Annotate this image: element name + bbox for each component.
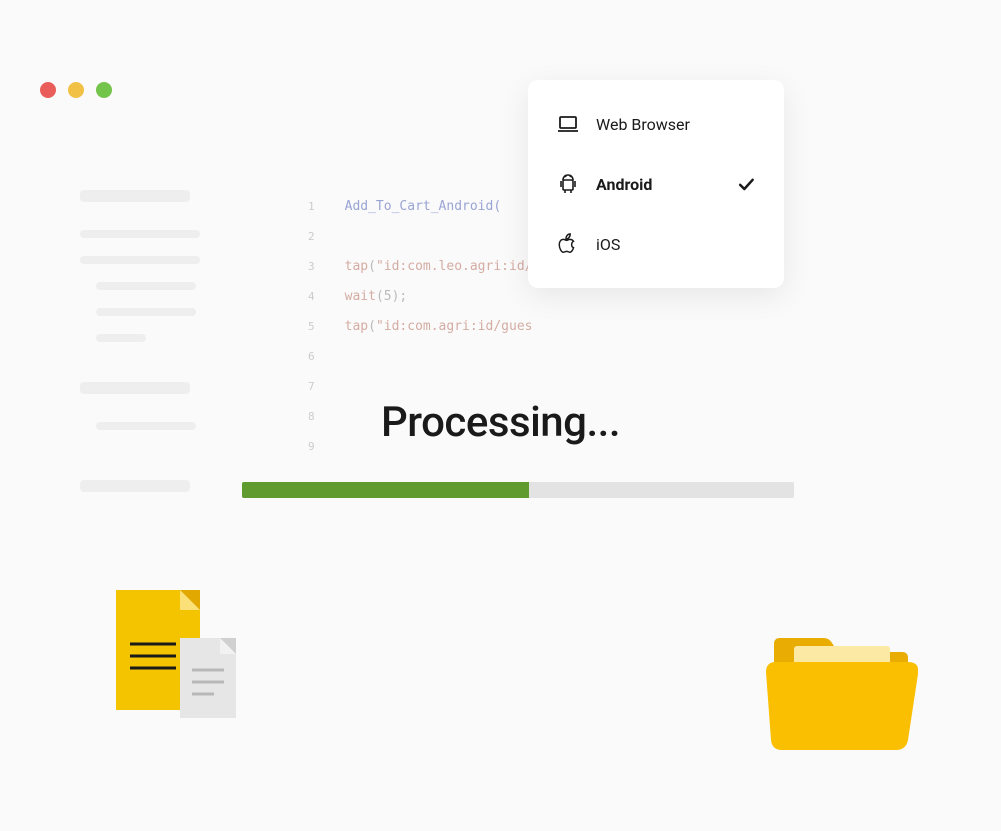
laptop-icon	[556, 112, 580, 136]
apple-icon	[556, 232, 580, 256]
android-icon	[556, 172, 580, 196]
code-fn: tap	[345, 259, 368, 274]
platform-selector-dropdown: Web Browser Android	[528, 80, 784, 288]
folder-icon	[766, 636, 918, 756]
document-icon	[110, 588, 240, 728]
skeleton-line	[96, 308, 196, 316]
close-window-dot[interactable]	[40, 82, 56, 98]
code-arg: "id:com.agri:id/gues	[376, 319, 533, 334]
code-line: Add_To_Cart_Android(	[345, 199, 502, 214]
skeleton-line	[80, 256, 200, 264]
platform-label: Android	[596, 175, 736, 194]
maximize-window-dot[interactable]	[96, 82, 112, 98]
progress-bar	[242, 482, 794, 498]
sidebar-skeleton	[80, 190, 220, 520]
platform-label: iOS	[596, 235, 756, 254]
checkmark-icon	[736, 174, 756, 194]
platform-option-android[interactable]: Android	[556, 154, 756, 214]
minimize-window-dot[interactable]	[68, 82, 84, 98]
code-fn: tap	[345, 319, 368, 334]
skeleton-header	[80, 190, 190, 202]
skeleton-line	[96, 282, 196, 290]
code-arg: (5);	[376, 289, 407, 304]
code-fn: wait	[345, 289, 376, 304]
code-arg: "id:com.leo.agri:id/c	[376, 259, 540, 274]
platform-option-web[interactable]: Web Browser	[556, 106, 756, 154]
skeleton-line	[80, 230, 200, 238]
skeleton-header	[80, 382, 190, 394]
progress-fill	[242, 482, 529, 498]
platform-label: Web Browser	[596, 115, 756, 134]
platform-option-ios[interactable]: iOS	[556, 214, 756, 262]
window-controls	[40, 82, 112, 98]
skeleton-header	[80, 480, 190, 492]
skeleton-line	[96, 334, 146, 342]
processing-title: Processing...	[0, 398, 1001, 447]
